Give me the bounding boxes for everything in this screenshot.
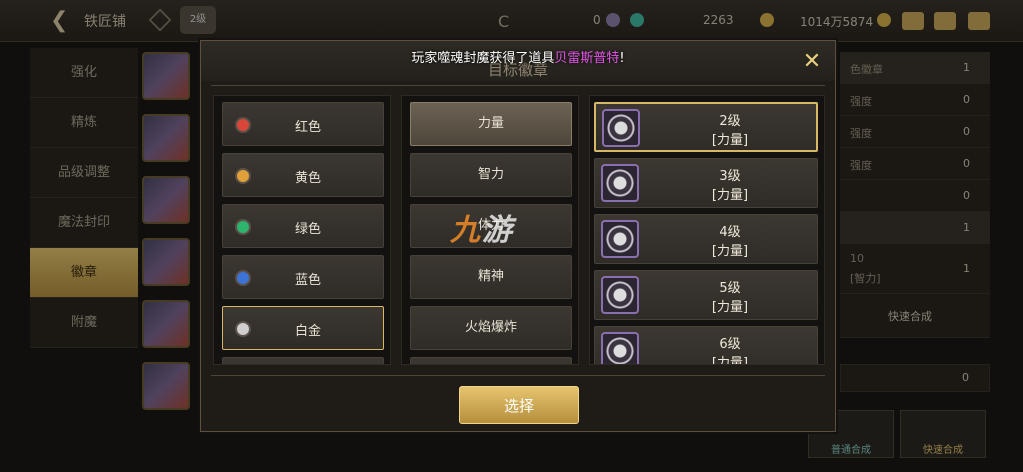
red-dot-icon xyxy=(235,117,251,133)
color-option-platinum[interactable]: 白金 xyxy=(222,306,384,350)
color-label: 黄色 xyxy=(294,171,321,186)
watermark-part: 游 xyxy=(482,213,514,248)
badge-icon xyxy=(601,164,639,202)
color-label: 绿色 xyxy=(294,222,321,237)
notice-item: 贝雷斯普特 xyxy=(554,51,620,66)
badge-attr: [力量] xyxy=(711,133,749,148)
notice-suffix: ! xyxy=(619,51,625,66)
badge-attr: [力量] xyxy=(711,300,749,315)
blue-dot-icon xyxy=(235,270,251,286)
badge-option[interactable]: 6级 [力量] xyxy=(594,326,818,365)
badge-icon xyxy=(601,332,639,364)
badge-icon xyxy=(602,109,640,147)
choose-button[interactable]: 选择 xyxy=(459,386,579,424)
badge-icon xyxy=(601,220,639,258)
color-option-more[interactable] xyxy=(222,357,384,364)
watermark-part: 九 xyxy=(450,213,482,248)
color-list[interactable]: 红色 黄色 绿色 蓝色 白金 xyxy=(213,95,391,365)
badge-attr: [力量] xyxy=(711,244,749,259)
badge-attr: [力量] xyxy=(711,356,749,365)
stat-option-strength[interactable]: 力量 xyxy=(410,102,572,146)
badge-level: 5级 xyxy=(719,281,741,296)
green-dot-icon xyxy=(235,219,251,235)
target-badge-dialog: 目标徽章 玩家噬魂封魔获得了道具贝雷斯普特! ✕ 红色 黄色 绿色 蓝色 白金 … xyxy=(200,40,836,432)
divider xyxy=(211,375,825,376)
badge-level: 4级 xyxy=(719,225,741,240)
close-icon[interactable]: ✕ xyxy=(799,49,825,75)
color-label: 白金 xyxy=(294,324,321,339)
badge-level: 2级 xyxy=(719,114,741,129)
stat-option-intelligence[interactable]: 智力 xyxy=(410,153,572,197)
system-notice: 玩家噬魂封魔获得了道具贝雷斯普特! xyxy=(201,47,835,66)
stat-option-spirit[interactable]: 精神 xyxy=(410,255,572,299)
watermark-logo: 九游 xyxy=(450,205,514,249)
badge-level: 6级 xyxy=(719,337,741,352)
badge-option[interactable]: 5级 [力量] xyxy=(594,270,818,320)
color-label: 蓝色 xyxy=(294,273,321,288)
badge-option[interactable]: 4级 [力量] xyxy=(594,214,818,264)
badge-list[interactable]: 2级 [力量] 3级 [力量] 4级 [力量] 5级 [力量] 6级 [力量] xyxy=(589,95,825,365)
badge-option[interactable]: 2级 [力量] xyxy=(594,102,818,152)
color-option-blue[interactable]: 蓝色 xyxy=(222,255,384,299)
badge-icon xyxy=(601,276,639,314)
color-option-green[interactable]: 绿色 xyxy=(222,204,384,248)
notice-text: 玩家噬魂封魔获得了道具 xyxy=(411,51,555,66)
platinum-dot-icon xyxy=(235,321,251,337)
divider xyxy=(211,85,825,86)
yellow-dot-icon xyxy=(235,168,251,184)
stat-option-more[interactable] xyxy=(410,357,572,364)
color-option-red[interactable]: 红色 xyxy=(222,102,384,146)
color-label: 红色 xyxy=(294,120,321,135)
stat-option-fire-blast[interactable]: 火焰爆炸 xyxy=(410,306,572,350)
badge-option[interactable]: 3级 [力量] xyxy=(594,158,818,208)
badge-attr: [力量] xyxy=(711,188,749,203)
badge-level: 3级 xyxy=(719,169,741,184)
color-option-yellow[interactable]: 黄色 xyxy=(222,153,384,197)
